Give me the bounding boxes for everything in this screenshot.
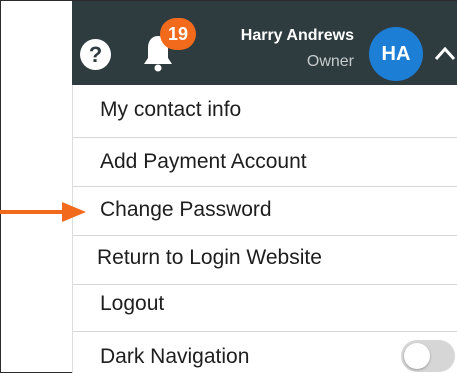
menu-item-logout[interactable]: Logout xyxy=(73,285,457,331)
notification-badge: 19 xyxy=(160,18,196,50)
menu-item-dark-navigation: Dark Navigation xyxy=(73,332,457,373)
avatar[interactable]: HA xyxy=(369,27,423,81)
user-dropdown-menu: My contact info Add Payment Account Chan… xyxy=(72,85,457,373)
menu-item-change-password[interactable]: Change Password xyxy=(73,187,457,235)
dark-navigation-toggle[interactable] xyxy=(401,340,455,372)
menu-item-label: Return to Login Website xyxy=(97,246,322,269)
menu-item-label: Add Payment Account xyxy=(100,150,307,173)
arrow-right-icon xyxy=(0,202,86,222)
menu-item-label: Logout xyxy=(100,292,165,315)
menu-item-my-contact-info[interactable]: My contact info xyxy=(73,85,457,137)
chevron-up-icon[interactable] xyxy=(433,44,457,64)
menu-item-return-to-login-website[interactable]: Return to Login Website xyxy=(73,236,457,284)
toggle-knob xyxy=(404,343,430,369)
menu-item-label: Change Password xyxy=(100,198,272,221)
help-icon[interactable]: ? xyxy=(80,39,111,70)
user-name[interactable]: Harry Andrews xyxy=(218,27,354,45)
menu-item-label: My contact info xyxy=(100,98,242,121)
dark-navigation-label: Dark Navigation xyxy=(100,345,250,368)
menu-item-add-payment-account[interactable]: Add Payment Account xyxy=(73,138,457,186)
user-role: Owner xyxy=(306,53,354,70)
